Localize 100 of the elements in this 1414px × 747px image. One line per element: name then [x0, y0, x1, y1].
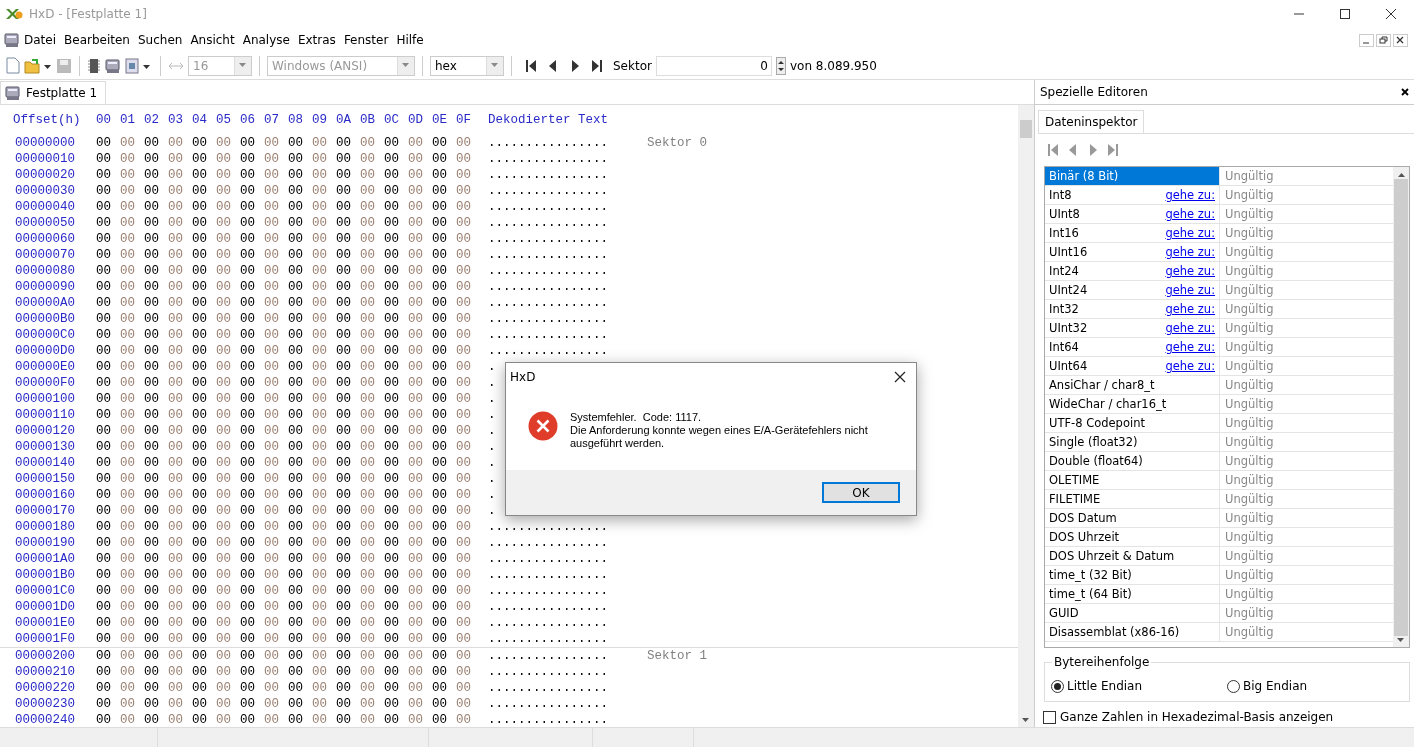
hex-byte: 00	[240, 697, 256, 711]
hex-byte: 00	[216, 184, 232, 198]
radio-button[interactable]	[1227, 679, 1240, 693]
menu-item[interactable]: Ansicht	[186, 33, 239, 47]
type-cell[interactable]: Single (float32)	[1045, 433, 1220, 451]
hex-byte: 00	[336, 504, 352, 518]
type-cell[interactable]: UInt16 gehe zu:	[1045, 243, 1220, 261]
checkbox[interactable]	[1043, 710, 1056, 724]
hex-byte: 00	[192, 616, 208, 630]
radio-button[interactable]	[1051, 679, 1064, 693]
hex-byte: 00	[408, 360, 424, 374]
menu-item[interactable]: Bearbeiten	[60, 33, 134, 47]
goto-link[interactable]: gehe zu:	[1165, 321, 1215, 335]
type-cell[interactable]: AnsiChar / char8_t	[1045, 376, 1220, 394]
column-header: 03	[168, 113, 184, 127]
hex-byte: 00	[288, 697, 304, 711]
type-cell[interactable]: OLETIME	[1045, 471, 1220, 489]
hex-byte: 00	[336, 296, 352, 310]
hex-byte: 00	[120, 665, 136, 679]
hex-byte: 00	[144, 649, 160, 663]
mode-combo[interactable]: hex	[430, 55, 504, 76]
scroll-up-icon[interactable]	[1397, 172, 1405, 177]
next-icon[interactable]	[569, 58, 581, 73]
hex-byte: 00	[216, 296, 232, 310]
type-cell[interactable]: UInt8 gehe zu:	[1045, 205, 1220, 223]
type-name: WideChar / char16_t	[1049, 397, 1167, 411]
goto-link[interactable]: gehe zu:	[1165, 302, 1215, 316]
inspector-tab[interactable]: Dateninspektor	[1038, 110, 1145, 133]
type-cell[interactable]: UInt32 gehe zu:	[1045, 319, 1220, 337]
scroll-down-icon[interactable]	[1022, 718, 1030, 723]
type-cell[interactable]: DOS Datum	[1045, 509, 1220, 527]
offset-cell-text: 00000180	[14, 520, 76, 534]
maximize-icon[interactable]	[1340, 9, 1350, 19]
hex-byte: 00	[360, 456, 376, 470]
menu-item[interactable]: Hilfe	[392, 33, 428, 47]
type-cell[interactable]: Int8 gehe zu:	[1045, 186, 1220, 204]
restore-icon[interactable]	[1376, 33, 1391, 47]
hex-byte: 00	[384, 280, 400, 294]
type-cell[interactable]: time_t (64 Bit)	[1045, 585, 1220, 603]
hex-byte: 00	[144, 456, 160, 470]
menu-item[interactable]: Suchen	[133, 33, 187, 47]
type-cell[interactable]: UInt64 gehe zu:	[1045, 357, 1220, 375]
menu-item[interactable]: Analyse	[238, 33, 294, 47]
type-cell[interactable]: Int64 gehe zu:	[1045, 338, 1220, 356]
hex-byte: 00	[192, 472, 208, 486]
goto-link[interactable]: gehe zu:	[1165, 283, 1215, 297]
hex-byte: 00	[240, 360, 256, 374]
memory-chip-icon[interactable]	[87, 57, 101, 74]
goto-link[interactable]: gehe zu:	[1165, 264, 1215, 278]
ok-button[interactable]: OK	[822, 482, 900, 503]
type-cell[interactable]: Int24 gehe zu:	[1045, 262, 1220, 280]
type-cell[interactable]: DOS Uhrzeit & Datum	[1045, 547, 1220, 565]
spin-arrows-icon[interactable]	[775, 56, 786, 75]
last-icon[interactable]	[591, 58, 603, 73]
offset-cell-text: 000000B0	[14, 312, 76, 326]
hex-byte: 00	[192, 697, 208, 711]
type-cell[interactable]: Binär (8 Bit)	[1045, 167, 1220, 185]
hex-byte: 00	[360, 616, 376, 630]
hex-byte: 00	[264, 392, 280, 406]
close-icon[interactable]	[1386, 9, 1396, 19]
open-folder-icon[interactable]	[24, 57, 52, 74]
type-cell[interactable]: GUID	[1045, 604, 1220, 622]
hex-byte: 00	[264, 456, 280, 470]
menu-item[interactable]: Extras	[293, 33, 340, 47]
hex-byte: 00	[120, 376, 136, 390]
type-cell[interactable]: UTF-8 Codepoint	[1045, 414, 1220, 432]
sector-field[interactable]: 0	[655, 55, 772, 76]
close-icon[interactable]	[894, 371, 906, 383]
close-icon[interactable]	[1401, 88, 1409, 96]
goto-link[interactable]: gehe zu:	[1165, 359, 1215, 373]
menu-item[interactable]: Datei	[20, 33, 60, 47]
type-cell[interactable]: WideChar / char16_t	[1045, 395, 1220, 413]
scroll-down-icon[interactable]	[1397, 638, 1405, 643]
goto-link[interactable]: gehe zu:	[1165, 226, 1215, 240]
hex-byte: 00	[384, 472, 400, 486]
type-cell[interactable]: Double (float64)	[1045, 452, 1220, 470]
type-cell[interactable]: time_t (32 Bit)	[1045, 566, 1220, 584]
type-cell[interactable]: DOS Uhrzeit	[1045, 528, 1220, 546]
previous-icon[interactable]	[547, 58, 559, 73]
goto-link[interactable]: gehe zu:	[1165, 245, 1215, 259]
hex-byte: 00	[360, 536, 376, 550]
hex-byte: 00	[216, 312, 232, 326]
type-cell[interactable]: Disassemblat (x86-16)	[1045, 623, 1220, 641]
menu-item[interactable]: Fenster	[339, 33, 393, 47]
hex-byte: 00	[384, 552, 400, 566]
minimize-icon[interactable]	[1359, 33, 1374, 47]
value-text: Ungültig	[1225, 473, 1274, 487]
type-cell[interactable]: Int32 gehe zu:	[1045, 300, 1220, 318]
document-tab[interactable]: Festplatte 1	[0, 81, 107, 104]
first-icon[interactable]	[525, 58, 537, 73]
goto-link[interactable]: gehe zu:	[1165, 188, 1215, 202]
type-cell[interactable]: Int16 gehe zu:	[1045, 224, 1220, 242]
type-cell[interactable]: FILETIME	[1045, 490, 1220, 508]
goto-link[interactable]: gehe zu:	[1165, 207, 1215, 221]
hex-byte: 00	[408, 200, 424, 214]
hex-byte: 00	[288, 264, 304, 278]
hex-byte: 00	[144, 424, 160, 438]
document-dropdown-icon[interactable]	[125, 57, 153, 74]
type-cell[interactable]: UInt24 gehe zu:	[1045, 281, 1220, 299]
goto-link[interactable]: gehe zu:	[1165, 340, 1215, 354]
